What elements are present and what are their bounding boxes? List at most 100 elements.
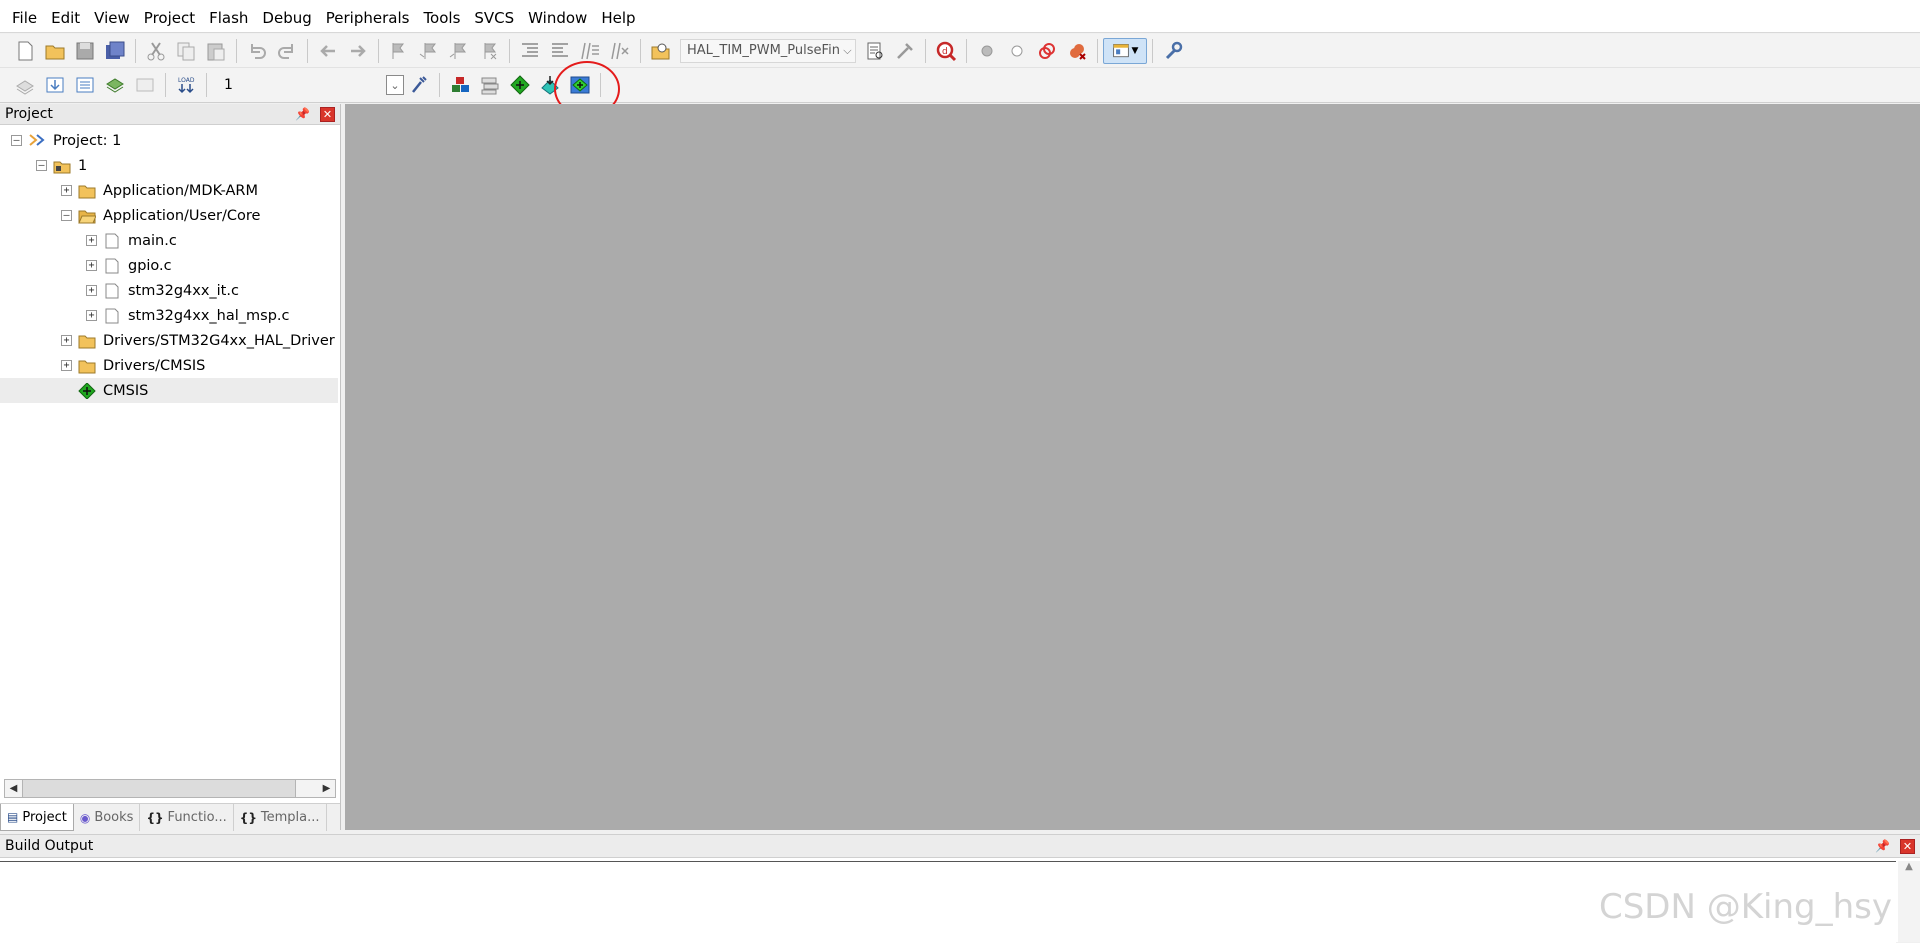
target-select[interactable]: 1 ⌄ xyxy=(216,73,404,97)
scroll-right-icon[interactable]: ▶ xyxy=(318,780,335,797)
expand-icon[interactable]: + xyxy=(86,260,97,271)
debug-session-icon[interactable]: d xyxy=(931,36,961,66)
expand-icon[interactable]: + xyxy=(86,310,97,321)
incremental-find-icon[interactable] xyxy=(860,36,890,66)
bookmark-icon[interactable] xyxy=(384,36,414,66)
tree-item-file[interactable]: + stm32g4xx_hal_msp.c xyxy=(0,303,338,328)
separator xyxy=(307,38,308,63)
menu-svcs[interactable]: SVCS xyxy=(467,3,521,33)
tree-item-file[interactable]: + main.c xyxy=(0,228,338,253)
new-file-icon[interactable] xyxy=(10,36,40,66)
redo-icon[interactable] xyxy=(272,36,302,66)
close-icon[interactable]: ✕ xyxy=(1900,838,1915,854)
next-bookmark-icon[interactable] xyxy=(444,36,474,66)
tree-item-group[interactable]: + Drivers/CMSIS xyxy=(0,353,338,378)
rebuild-icon[interactable] xyxy=(70,70,100,100)
menu-project[interactable]: Project xyxy=(137,3,202,33)
separator xyxy=(509,38,510,63)
menu-view[interactable]: View xyxy=(87,3,137,33)
undo-icon[interactable] xyxy=(242,36,272,66)
open-file-icon[interactable] xyxy=(40,36,70,66)
stop-build-icon[interactable] xyxy=(130,70,160,100)
menu-edit[interactable]: Edit xyxy=(44,3,87,33)
options-for-target-icon[interactable] xyxy=(404,70,434,100)
unindent-icon[interactable] xyxy=(545,36,575,66)
configure-icon[interactable] xyxy=(1158,36,1188,66)
save-icon[interactable] xyxy=(70,36,100,66)
disable-all-breakpoints-icon[interactable] xyxy=(1032,36,1062,66)
nav-back-icon[interactable] xyxy=(313,36,343,66)
tab-project[interactable]: ▤ Project xyxy=(0,804,74,831)
select-packs-icon[interactable] xyxy=(475,70,505,100)
clear-bookmarks-icon[interactable] xyxy=(474,36,504,66)
expand-icon[interactable]: + xyxy=(86,235,97,246)
tree-item-file[interactable]: + gpio.c xyxy=(0,253,338,278)
tree-item-group[interactable]: + Drivers/STM32G4xx_HAL_Driver xyxy=(0,328,338,353)
pin-icon[interactable]: 📌 xyxy=(295,107,310,121)
separator xyxy=(165,73,166,97)
tree-item-label: main.c xyxy=(128,232,177,249)
manage-project-items-icon[interactable] xyxy=(445,70,475,100)
horizontal-scrollbar[interactable]: ◀ ▶ xyxy=(4,779,336,798)
collapse-icon[interactable]: – xyxy=(36,160,47,171)
manage-rte-icon[interactable] xyxy=(505,70,535,100)
collapse-icon[interactable]: – xyxy=(61,210,72,221)
tree-item-group[interactable]: + Application/MDK-ARM xyxy=(0,178,338,203)
menu-file[interactable]: File xyxy=(5,3,44,33)
nav-forward-icon[interactable] xyxy=(343,36,373,66)
indent-icon[interactable] xyxy=(515,36,545,66)
tab-functions[interactable]: {} Functio... xyxy=(140,804,234,831)
file-icon xyxy=(103,283,121,299)
expand-icon[interactable]: + xyxy=(86,285,97,296)
tree-item-target[interactable]: – 1 xyxy=(0,153,338,178)
tree-item-project[interactable]: – Project: 1 xyxy=(0,128,338,153)
tree-item-component[interactable]: CMSIS xyxy=(0,378,338,403)
find-in-files-icon[interactable] xyxy=(646,36,676,66)
project-panel-title: Project xyxy=(5,106,53,122)
build-icon[interactable] xyxy=(40,70,70,100)
menu-tools[interactable]: Tools xyxy=(416,3,467,33)
books-icon: ◉ xyxy=(79,810,91,825)
scroll-left-icon[interactable]: ◀ xyxy=(5,780,22,797)
expand-icon[interactable]: + xyxy=(61,360,72,371)
scroll-up-icon[interactable]: ▲ xyxy=(1898,861,1920,872)
expand-icon[interactable]: + xyxy=(61,185,72,196)
find-combo[interactable]: HAL_TIM_PWM_PulseFin ⌵ xyxy=(680,38,856,63)
uncomment-icon[interactable] xyxy=(605,36,635,66)
tools-icon[interactable] xyxy=(890,36,920,66)
menu-bar: File Edit View Project Flash Debug Perip… xyxy=(0,3,1920,33)
tab-books[interactable]: ◉ Books xyxy=(74,804,141,831)
collapse-icon[interactable]: – xyxy=(11,135,22,146)
menu-debug[interactable]: Debug xyxy=(255,3,318,33)
separator xyxy=(966,38,967,63)
tab-label: Books xyxy=(94,810,134,825)
save-all-icon[interactable] xyxy=(100,36,130,66)
menu-window[interactable]: Window xyxy=(521,3,594,33)
tree-item-file[interactable]: + stm32g4xx_it.c xyxy=(0,278,338,303)
tree-item-group[interactable]: – Application/User/Core xyxy=(0,203,338,228)
menu-peripherals[interactable]: Peripherals xyxy=(319,3,417,33)
breakpoint-icon[interactable] xyxy=(972,36,1002,66)
pin-icon[interactable]: 📌 xyxy=(1875,839,1890,853)
disable-breakpoint-icon[interactable] xyxy=(1002,36,1032,66)
menu-help[interactable]: Help xyxy=(594,3,642,33)
tab-templates[interactable]: {} Templa... xyxy=(234,804,327,831)
copy-icon[interactable] xyxy=(171,36,201,66)
tree-item-label: CMSIS xyxy=(103,382,149,399)
scroll-thumb[interactable] xyxy=(22,780,296,797)
menu-flash[interactable]: Flash xyxy=(202,3,255,33)
expand-icon[interactable]: + xyxy=(61,335,72,346)
kill-all-breakpoints-icon[interactable] xyxy=(1062,36,1092,66)
vertical-scrollbar[interactable]: ▲ xyxy=(1898,861,1920,942)
cut-icon[interactable] xyxy=(141,36,171,66)
close-icon[interactable]: ✕ xyxy=(320,106,335,122)
templates-icon: {} xyxy=(239,810,257,825)
window-layout-button[interactable]: ▼ xyxy=(1103,37,1147,64)
prev-bookmark-icon[interactable] xyxy=(414,36,444,66)
download-icon[interactable]: LOAD xyxy=(171,70,201,100)
editor-area[interactable] xyxy=(345,104,1920,830)
batch-build-icon[interactable] xyxy=(100,70,130,100)
separator xyxy=(1097,38,1098,63)
translate-icon[interactable] xyxy=(10,70,40,100)
paste-icon[interactable] xyxy=(201,36,231,66)
